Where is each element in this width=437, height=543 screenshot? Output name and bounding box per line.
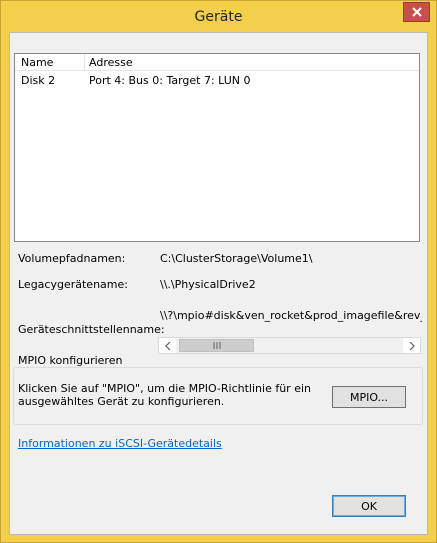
scroll-right-button[interactable] <box>403 338 420 353</box>
volume-path-label: Volumepfadnamen: <box>18 252 126 265</box>
scroll-left-button[interactable] <box>159 338 176 353</box>
mpio-description: Klicken Sie auf "MPIO", um die MPIO-Rich… <box>18 382 311 408</box>
scroll-thumb[interactable] <box>179 339 254 352</box>
chevron-right-icon <box>409 341 415 350</box>
legacy-name-value: \\.\PhysicalDrive2 <box>160 278 256 291</box>
device-address: Port 4: Bus 0: Target 7: LUN 0 <box>89 74 251 87</box>
close-button[interactable] <box>403 2 430 22</box>
grip-icon <box>213 342 220 349</box>
column-divider[interactable] <box>84 54 85 70</box>
ok-button[interactable]: OK <box>332 495 406 517</box>
list-row-disk-2[interactable]: Disk 2 Port 4: Bus 0: Target 7: LUN 0 <box>15 73 419 89</box>
legacy-name-label: Legacygerätename: <box>18 278 128 291</box>
volume-path-value: C:\ClusterStorage\Volume1\ <box>160 252 313 265</box>
interface-name-value: \\?\mpio#disk&ven_rocket&prod_imagefile&… <box>160 309 422 322</box>
close-icon <box>411 7 422 17</box>
devices-dialog: Geräte Name Adresse Disk 2 Port 4: Bus 0… <box>0 0 437 543</box>
window-title: Geräte <box>194 9 243 25</box>
chevron-left-icon <box>164 341 170 350</box>
device-name: Disk 2 <box>21 74 56 87</box>
dialog-content: Name Adresse Disk 2 Port 4: Bus 0: Targe… <box>9 32 428 535</box>
title-bar[interactable]: Geräte <box>1 1 436 31</box>
interface-name-label: Geräteschnittstellenname: <box>18 323 165 336</box>
mpio-button[interactable]: MPIO... <box>332 386 406 408</box>
interface-name-scrollbar[interactable] <box>158 337 421 354</box>
column-header-name[interactable]: Name <box>21 56 53 69</box>
column-header-address[interactable]: Adresse <box>89 56 133 69</box>
device-list[interactable]: Name Adresse Disk 2 Port 4: Bus 0: Targe… <box>14 53 420 242</box>
list-header: Name Adresse <box>15 54 419 71</box>
iscsi-details-link[interactable]: Informationen zu iSCSI-Gerätedetails <box>18 437 222 450</box>
mpio-group-title: MPIO konfigurieren <box>16 354 125 367</box>
